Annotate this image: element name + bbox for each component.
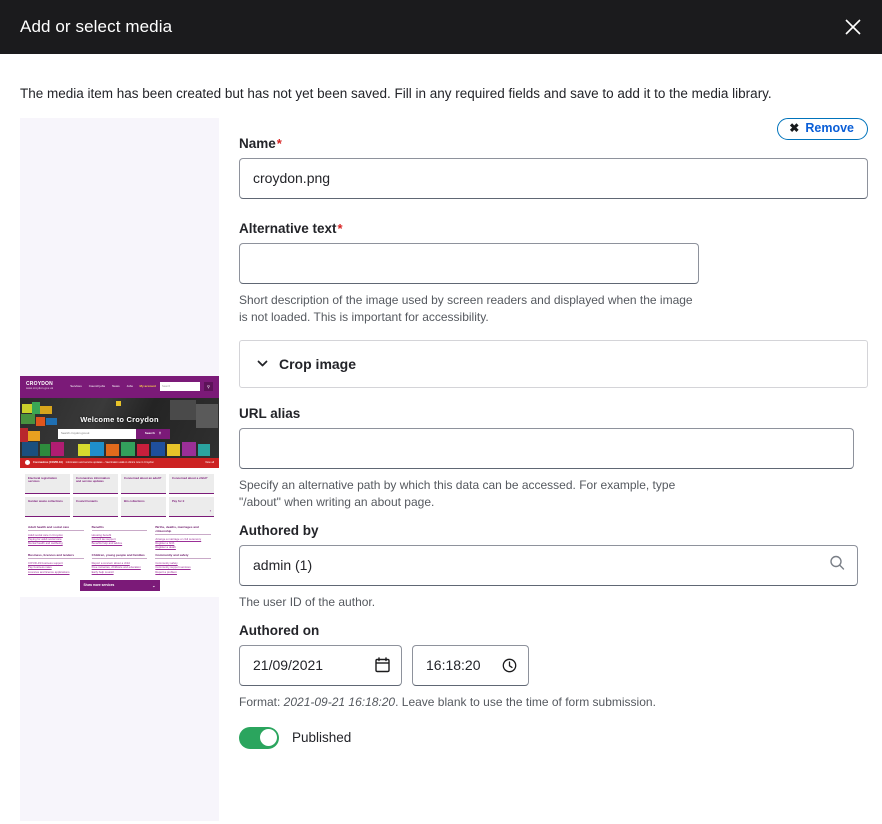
url-alias-description: Specify an alternative path by which thi… [239, 477, 676, 509]
preview-hero-title: Welcome to Croydon [80, 414, 159, 424]
close-icon [843, 17, 863, 37]
calendar-icon[interactable] [375, 657, 390, 673]
preview-tile: Electoral registration services [25, 473, 70, 494]
croydon-png-preview: CROYDON www.croydon.gov.uk Services Coun… [20, 117, 219, 821]
preview-show-more-button: Show more services ⌄ [79, 579, 160, 591]
preview-site: CROYDON www.croydon.gov.uk Services Coun… [20, 375, 219, 597]
field-url-alias: URL alias Specify an alternative path by… [239, 406, 868, 511]
close-icon: ✖ [789, 120, 800, 135]
published-toggle[interactable] [239, 726, 279, 749]
published-label: Published [292, 730, 352, 746]
field-published: Published [239, 726, 868, 749]
field-alt-text: Alternative text* Short description of t… [239, 221, 868, 326]
preview-tile: Concerned about an adult? [121, 473, 166, 494]
required-marker: * [337, 220, 343, 236]
chevron-down-icon: ⌄ [152, 582, 156, 588]
preview-tile: Council tenants [73, 496, 118, 517]
authored-on-label: Authored on [239, 622, 320, 638]
preview-link-column: Adult health and social care Adult socia… [28, 525, 84, 550]
preview-blank-top [20, 117, 219, 376]
status-message: The media item has been created but has … [20, 86, 772, 101]
authored-by-description: The user ID of the author. [239, 594, 376, 609]
dialog-header: Add or select media [0, 0, 882, 54]
preview-search-icon: ⚲ [204, 382, 213, 392]
preview-link-column: Benefits Housing benefit Council tax sup… [91, 525, 148, 550]
preview-tile: Bin collections [121, 496, 166, 517]
url-alias-input[interactable] [239, 427, 854, 469]
clock-icon[interactable] [502, 658, 517, 673]
authored-on-date-value: 21/09/2021 [253, 657, 324, 674]
authored-on-time-value: 16:18:20 [426, 657, 481, 674]
alt-text-input[interactable] [239, 242, 699, 284]
field-authored-on: Authored on 21/09/2021 16:18:20 Format: … [239, 623, 868, 711]
media-edit-row: CROYDON www.croydon.gov.uk Services Coun… [20, 117, 868, 821]
authored-on-date-input[interactable]: 21/09/2021 [239, 644, 402, 686]
preview-link-column: Births, deaths, marriages and citizenshi… [155, 525, 211, 550]
preview-site-nav: CROYDON www.croydon.gov.uk Services Coun… [20, 375, 219, 398]
close-dialog-button[interactable] [834, 8, 872, 46]
dialog-title: Add or select media [20, 17, 173, 36]
crop-image-title: Crop image [279, 355, 357, 372]
remove-button-label: Remove [805, 120, 854, 135]
authored-on-time-input[interactable]: 16:18:20 [412, 644, 529, 686]
alt-text-label: Alternative text* [239, 220, 343, 236]
media-form-column: ✖ Remove Name* Alternative text* Short d… [220, 117, 868, 749]
preview-site-logo: CROYDON www.croydon.gov.uk [26, 381, 54, 390]
preview-hero: Welcome to Croydon Search croydon.gov.uk… [20, 397, 219, 458]
preview-tile: Pay for it [169, 496, 214, 517]
field-authored-by: Authored by The user ID of the author. [239, 523, 868, 611]
preview-tile: Concerned about a child? [169, 473, 214, 494]
dialog-body: The media item has been created but has … [0, 54, 882, 824]
crop-image-details[interactable]: Crop image [239, 339, 868, 388]
preview-link-column: Children, young people and families Repo… [91, 553, 148, 574]
preview-link-column: Business, licences and tenders COVID-19 … [28, 553, 84, 574]
toggle-knob [259, 729, 277, 747]
preview-nav-right: My account Search ⚲ [139, 382, 213, 392]
name-input[interactable] [239, 157, 868, 199]
preview-hero-search: Search croydon.gov.uk Search ⚲ [58, 428, 170, 439]
required-marker: * [276, 135, 282, 151]
authored-on-description: Format: 2021-09-21 16:18:20. Leave blank… [239, 694, 656, 709]
media-thumbnail-column: CROYDON www.croydon.gov.uk Services Coun… [20, 117, 220, 821]
authored-by-input[interactable] [239, 544, 858, 586]
authored-on-format-example: 2021-09-21 16:18:20 [283, 694, 396, 709]
name-label: Name* [239, 135, 282, 151]
preview-tile: Coronavirus information and service upda… [73, 473, 118, 494]
preview-tiles: Electoral registration services Coronavi… [20, 467, 219, 521]
preview-link-columns: Adult health and social care Adult socia… [20, 520, 219, 576]
alt-text-description: Short description of the image used by s… [239, 292, 693, 324]
preview-alert-icon [25, 460, 30, 466]
remove-button[interactable]: ✖ Remove [777, 117, 868, 140]
preview-tile: Garden waste collections [25, 496, 70, 517]
preview-alert-bar: Coronavirus (COVID-19) information and s… [20, 457, 219, 468]
field-name: Name* [239, 136, 868, 199]
url-alias-label: URL alias [239, 405, 301, 421]
preview-nav-links: Services Council jobs News Jobs [70, 383, 133, 388]
preview-blank-bottom [20, 596, 219, 821]
chevron-down-icon [256, 357, 269, 370]
authored-by-label: Authored by [239, 522, 319, 538]
preview-link-column: Community and safety Community safety Co… [155, 553, 211, 574]
